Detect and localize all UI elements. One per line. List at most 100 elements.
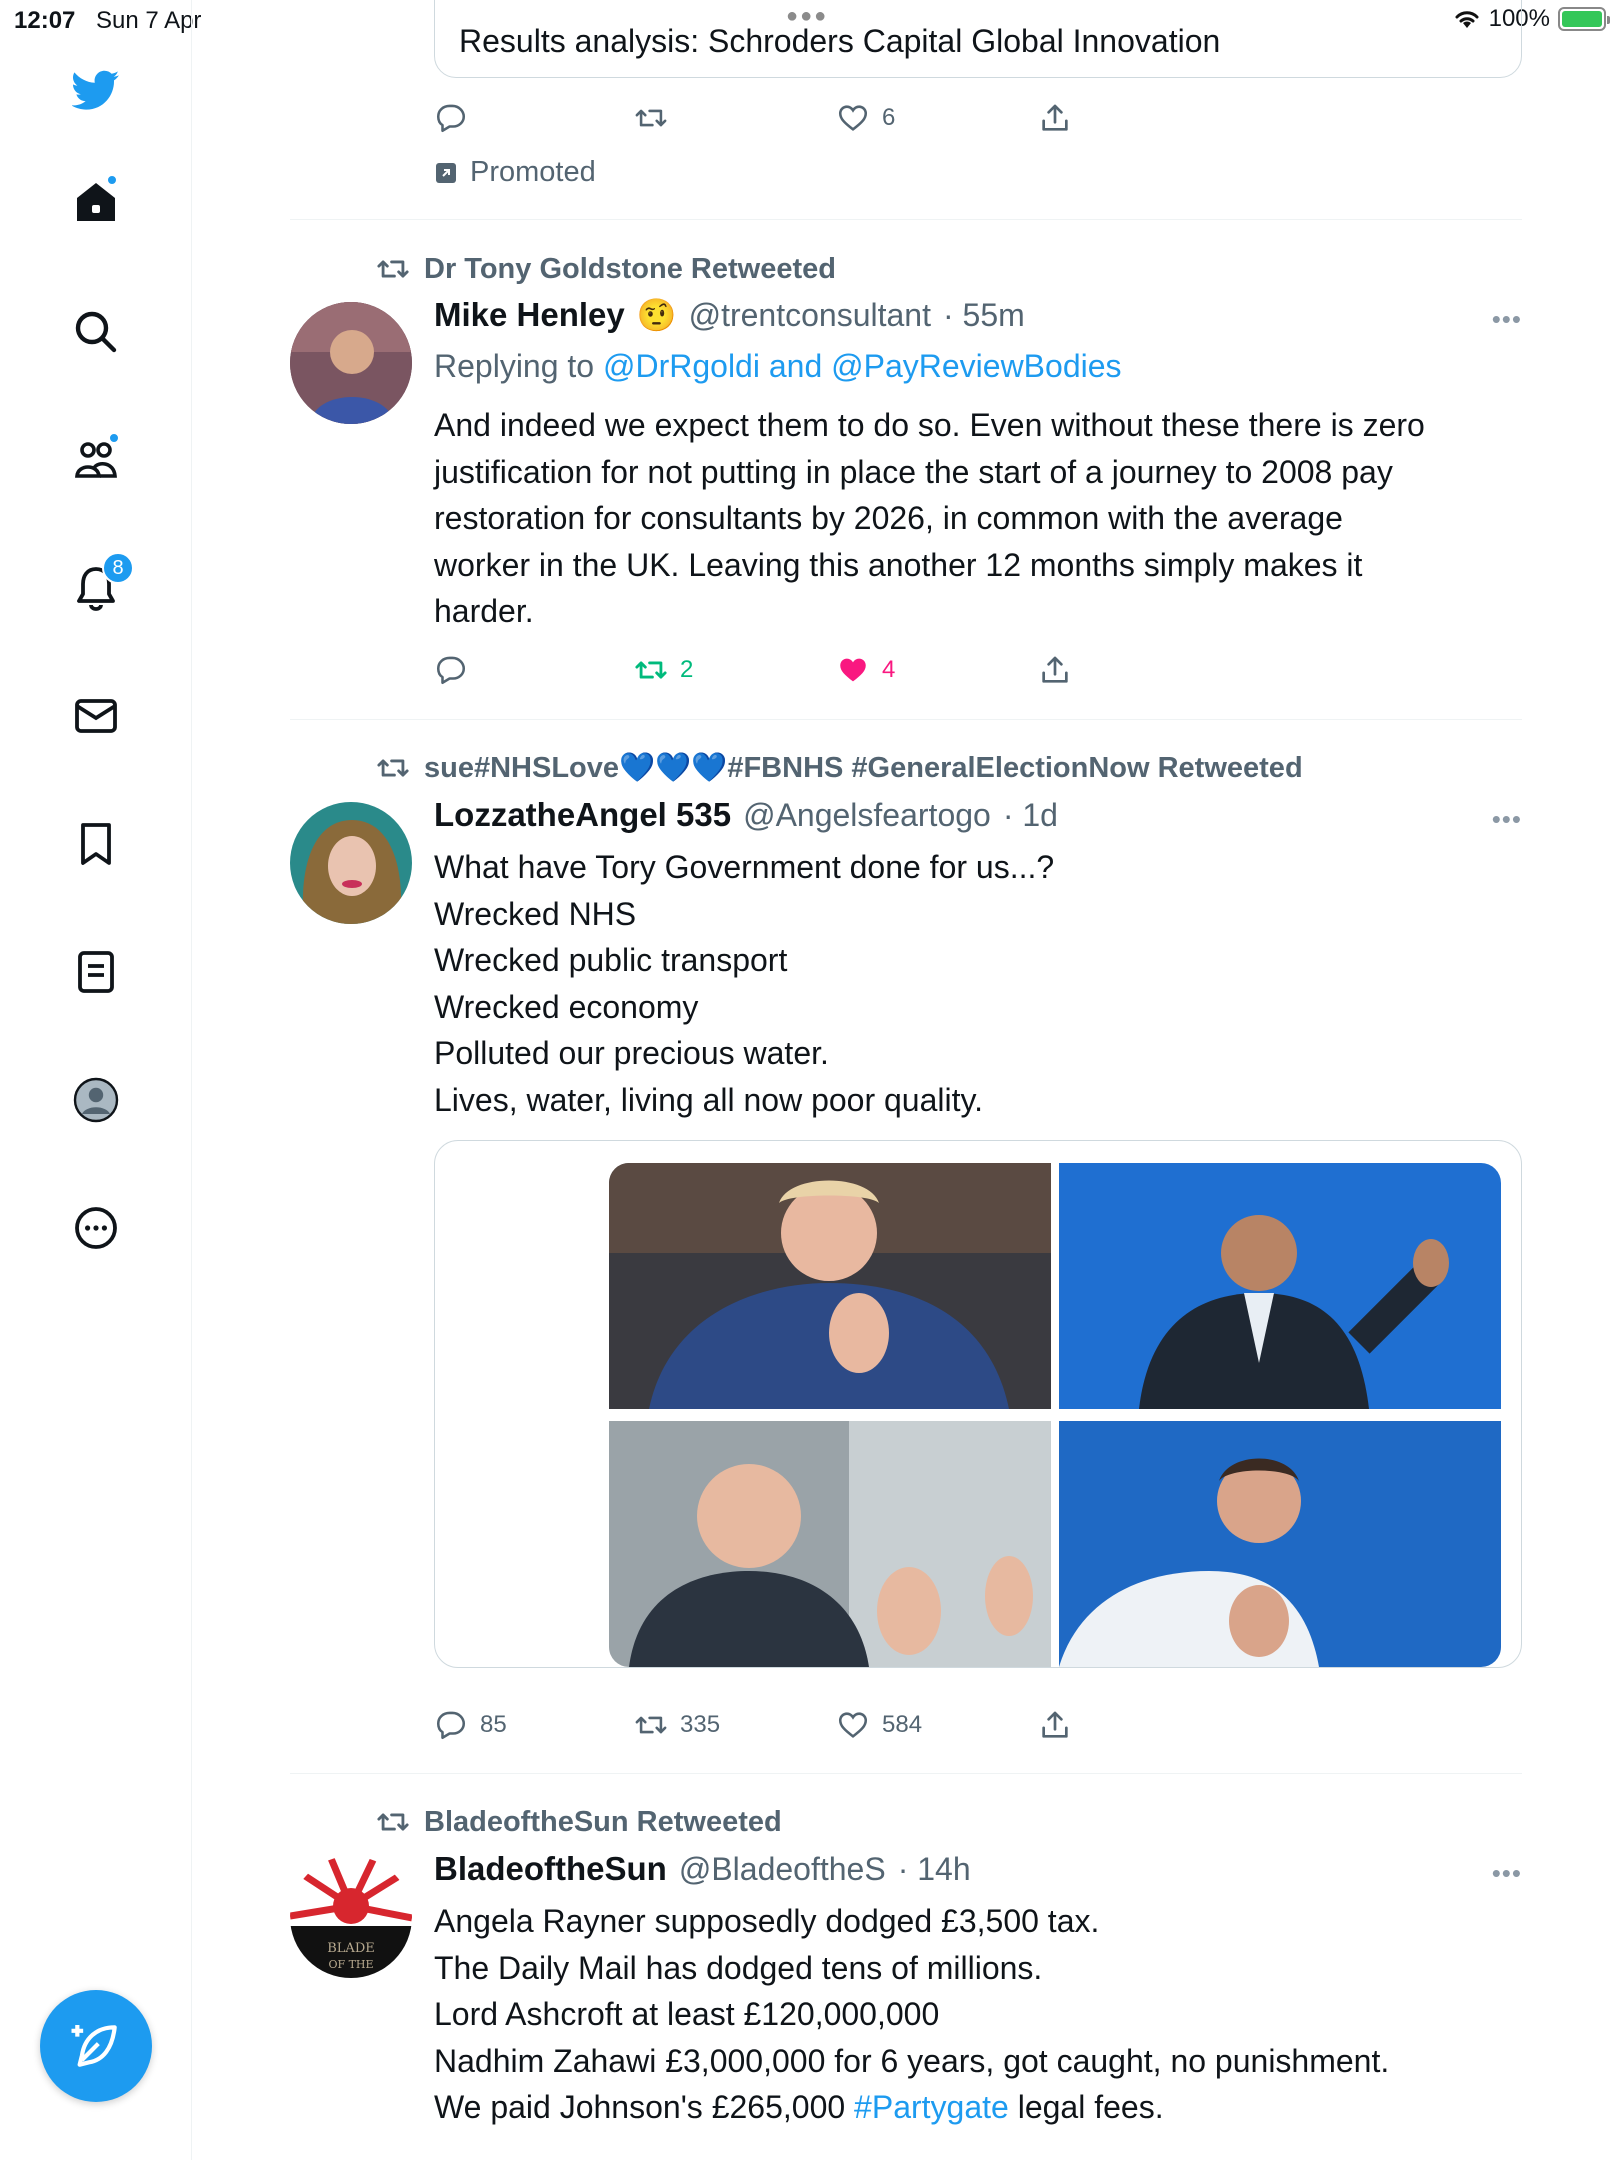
display-name[interactable]: LozzatheAngel 535 bbox=[434, 796, 731, 834]
avatar[interactable] bbox=[290, 802, 412, 924]
communities-icon[interactable] bbox=[62, 426, 130, 494]
retweeted-by-text: sue#NHSLove💙💙💙#FBNHS #GeneralElectionNow… bbox=[424, 752, 1303, 784]
promoted-label-row: Promoted bbox=[434, 156, 596, 189]
replying-to-prefix: Replying to bbox=[434, 348, 595, 384]
reply-icon bbox=[436, 656, 466, 685]
communities-unread-dot bbox=[108, 432, 120, 444]
home-icon[interactable] bbox=[62, 168, 130, 236]
media-image-4[interactable] bbox=[1059, 1421, 1501, 1667]
share-icon bbox=[1042, 656, 1068, 683]
search-icon[interactable] bbox=[62, 298, 130, 366]
promo-actions: 6 bbox=[434, 98, 1154, 138]
retweeted-by-line: Dr Tony Goldstone Retweeted bbox=[376, 249, 836, 289]
reply-count: 85 bbox=[480, 1711, 507, 1738]
like-button[interactable]: 6 bbox=[836, 98, 895, 138]
share-icon bbox=[1042, 1711, 1068, 1738]
retweet-icon bbox=[635, 1716, 667, 1734]
like-button[interactable]: 584 bbox=[836, 1705, 922, 1745]
tweet-text-line: Lord Ashcroft at least £120,000,000 bbox=[434, 1996, 940, 2032]
media-grid[interactable] bbox=[434, 1140, 1522, 1668]
divider bbox=[290, 719, 1522, 720]
retweeted-by-text: Dr Tony Goldstone Retweeted bbox=[424, 252, 836, 285]
sidebar-nav: 8 bbox=[0, 0, 192, 2160]
share-icon bbox=[1042, 104, 1068, 131]
user-handle[interactable]: @trentconsultant bbox=[689, 297, 931, 334]
avatar[interactable] bbox=[290, 302, 412, 424]
retweet-button[interactable]: 2 bbox=[634, 650, 693, 690]
avatar-logo-text: BLADE bbox=[327, 1941, 375, 1956]
replying-to: Replying to @DrRgoldi and @PayReviewBodi… bbox=[434, 348, 1122, 385]
tweet-text-line: Angela Rayner supposedly dodged £3,500 t… bbox=[434, 1903, 1100, 1939]
reply-icon bbox=[436, 1711, 466, 1740]
tweet-text-line: justification for not putting in place t… bbox=[434, 453, 1393, 490]
tweet-text-line: restoration for consultants by 2026, in … bbox=[434, 500, 1343, 536]
tweet-text-line: Wrecked public transport bbox=[434, 942, 788, 978]
tweet-text: And indeed we expect them to do so. Even… bbox=[434, 402, 1494, 635]
user-handle[interactable]: @BladeoftheS bbox=[679, 1851, 886, 1888]
more-options-icon[interactable]: ••• bbox=[1482, 804, 1522, 835]
retweet-button[interactable]: 335 bbox=[634, 1705, 720, 1745]
tweet-header: Mike Henley 🤨 @trentconsultant · 55m bbox=[434, 296, 1025, 334]
divider bbox=[290, 1773, 1522, 1774]
tweet-text-line: Wrecked NHS bbox=[434, 895, 637, 932]
emoji: 🤨 bbox=[636, 297, 677, 333]
promoted-card[interactable]: Results analysis: Schroders Capital Glob… bbox=[434, 0, 1522, 78]
reply-button[interactable] bbox=[434, 650, 468, 690]
tweet-text-line: worker in the UK. Leaving this another 1… bbox=[434, 546, 1363, 583]
like-count: 6 bbox=[882, 104, 896, 131]
messages-icon[interactable] bbox=[62, 682, 130, 750]
like-button[interactable]: 4 bbox=[836, 650, 895, 690]
tweet-text-line: We paid Johnson's £265,000 #Partygate le… bbox=[434, 2084, 1494, 2131]
avatar-logo-text: OF THE bbox=[328, 1958, 373, 1971]
share-button[interactable] bbox=[1038, 98, 1072, 138]
share-button[interactable] bbox=[1038, 650, 1072, 690]
media-image-3[interactable] bbox=[609, 1421, 1051, 1667]
lists-icon[interactable] bbox=[62, 938, 130, 1006]
display-name[interactable]: Mike Henley bbox=[434, 296, 625, 334]
promoted-label: Promoted bbox=[470, 156, 596, 188]
retweet-button[interactable] bbox=[634, 98, 668, 138]
tweet-text-line: Polluted our precious water. bbox=[434, 1035, 829, 1071]
profile-icon[interactable] bbox=[62, 1066, 130, 1134]
replying-to-users[interactable]: @DrRgoldi and @PayReviewBodies bbox=[603, 348, 1122, 384]
compose-button[interactable] bbox=[40, 1990, 152, 2102]
reply-button[interactable] bbox=[434, 98, 468, 138]
tweet-time[interactable]: · 55m bbox=[943, 297, 1025, 334]
retweet-icon bbox=[635, 109, 667, 127]
retweeted-by-text: BladeoftheSun Retweeted bbox=[424, 1805, 782, 1838]
tweet-time[interactable]: · 1d bbox=[1003, 797, 1058, 834]
media-grid-images bbox=[609, 1163, 1501, 1667]
display-name[interactable]: BladeoftheSun bbox=[434, 1850, 667, 1888]
user-handle[interactable]: @Angelsfeartogo bbox=[743, 797, 991, 834]
tweet-header: LozzatheAngel 535 @Angelsfeartogo · 1d bbox=[434, 796, 1058, 834]
twitter-logo-icon[interactable] bbox=[62, 56, 130, 124]
media-image-1[interactable] bbox=[609, 1163, 1051, 1409]
heart-icon bbox=[838, 105, 868, 131]
tweet-text-line: Nadhim Zahawi £3,000,000 for 6 years, go… bbox=[434, 2042, 1390, 2079]
tweet-text-line: The Daily Mail has dodged tens of millio… bbox=[434, 1949, 1043, 1986]
retweeted-by-line: BladeoftheSun Retweeted bbox=[376, 1802, 782, 1842]
media-image-2[interactable] bbox=[1059, 1163, 1501, 1409]
promoted-card-title: Results analysis: Schroders Capital Glob… bbox=[459, 23, 1221, 59]
share-button[interactable] bbox=[1038, 1705, 1072, 1745]
promoted-icon bbox=[436, 162, 456, 183]
more-options-icon[interactable]: ••• bbox=[1482, 304, 1522, 335]
bookmarks-icon[interactable] bbox=[62, 810, 130, 878]
more-options-icon[interactable]: ••• bbox=[1482, 1858, 1522, 1889]
tweet-text-line: And indeed we expect them to do so. Even… bbox=[434, 407, 1425, 443]
reply-icon bbox=[436, 104, 466, 133]
tweet-actions: 85 335 584 bbox=[434, 1705, 1154, 1745]
home-unread-dot bbox=[106, 174, 118, 186]
avatar[interactable]: BLADE OF THE bbox=[290, 1856, 412, 1978]
like-count: 4 bbox=[882, 656, 896, 683]
tweet-text: Angela Rayner supposedly dodged £3,500 t… bbox=[434, 1898, 1494, 2131]
tweet-text: What have Tory Government done for us...… bbox=[434, 844, 1494, 1123]
reply-button[interactable]: 85 bbox=[434, 1705, 507, 1745]
hashtag-link[interactable]: #Partygate bbox=[854, 2089, 1009, 2125]
more-icon[interactable] bbox=[62, 1194, 130, 1262]
notifications-icon[interactable]: 8 bbox=[62, 552, 134, 622]
tweet-time[interactable]: · 14h bbox=[898, 1851, 971, 1888]
tweet-header: BladeoftheSun @BladeoftheS · 14h bbox=[434, 1850, 971, 1888]
battery-icon bbox=[1558, 7, 1610, 31]
retweet-icon bbox=[635, 661, 667, 679]
